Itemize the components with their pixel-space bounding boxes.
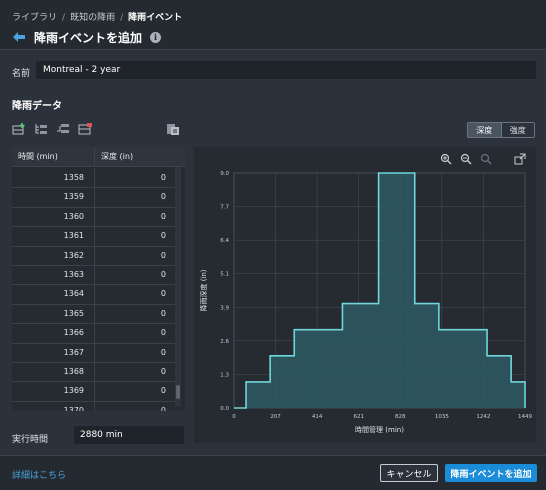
x-tick-label: 621 <box>353 414 364 420</box>
footer: 詳細はこちら キャンセル 降雨イベントを追加 <box>0 455 546 490</box>
x-tick-label: 828 <box>395 414 406 420</box>
cell-depth[interactable]: 0 <box>94 401 176 411</box>
help-link[interactable]: 詳細はこちら <box>12 468 66 481</box>
table-row[interactable]: 1366 0 <box>12 324 176 344</box>
cell-time[interactable]: 1361 <box>12 227 94 245</box>
cell-time[interactable]: 1359 <box>12 188 94 206</box>
cell-depth[interactable]: 0 <box>94 265 176 285</box>
cell-time[interactable]: 1360 <box>12 208 94 226</box>
table-row[interactable]: 1359 0 <box>12 188 176 208</box>
cell-depth[interactable]: 0 <box>94 285 176 304</box>
table-header: 時間 (min) 深度 (in) <box>12 147 185 167</box>
x-axis-label: 時間管理 (min) <box>355 425 404 434</box>
insert-row-icon[interactable] <box>34 123 48 135</box>
cell-depth[interactable]: 0 <box>94 169 176 188</box>
y-tick-label: 6.4 <box>220 238 229 244</box>
table-row[interactable]: 1370 0 <box>12 401 176 411</box>
cell-time[interactable]: 1365 <box>12 305 94 323</box>
move-row-icon[interactable] <box>56 123 70 135</box>
cell-depth[interactable]: 0 <box>94 362 176 382</box>
cell-depth[interactable]: 0 <box>94 227 176 246</box>
table-row[interactable]: 1361 0 <box>12 227 176 247</box>
info-icon[interactable]: i <box>150 31 162 43</box>
table-row[interactable]: 1360 0 <box>12 207 176 228</box>
x-tick-label: 0 <box>232 414 236 420</box>
name-label: 名前 <box>12 69 31 79</box>
cell-time[interactable]: 1362 <box>12 247 94 265</box>
add-rain-event-button[interactable]: 降雨イベントを追加 <box>445 464 537 482</box>
cell-depth[interactable]: 0 <box>94 304 176 324</box>
y-tick-label: 9.0 <box>220 171 229 177</box>
add-row-icon[interactable] <box>12 123 26 135</box>
x-tick-label: 1035 <box>435 414 449 420</box>
cell-time[interactable]: 1363 <box>12 266 94 284</box>
table-scrollbar[interactable] <box>175 167 181 407</box>
x-tick-label: 1449 <box>518 414 532 420</box>
y-tick-label: 5.1 <box>220 272 229 278</box>
y-tick-label: 0.0 <box>220 406 229 412</box>
section-title: 降雨データ <box>12 101 62 112</box>
chart-panel: 0.0 1.3 2.6 3.9 5.1 6.4 7.7 9.0 0 207 414 621 828 10… <box>194 147 536 443</box>
run-duration-label: 実行時間 <box>12 435 49 445</box>
cell-time[interactable]: 1366 <box>12 324 94 342</box>
cell-depth[interactable]: 0 <box>94 343 176 362</box>
table-row[interactable]: 1369 0 <box>12 382 176 402</box>
y-tick-label: 3.9 <box>220 305 229 311</box>
x-tick-label: 1242 <box>476 414 490 420</box>
column-header-depth[interactable]: 深度 (in) <box>94 147 176 166</box>
toggle-intensity[interactable]: 強度 <box>501 123 534 137</box>
toggle-depth[interactable]: 深度 <box>468 123 502 137</box>
y-tick-label: 2.6 <box>220 339 229 345</box>
delete-row-icon[interactable] <box>78 123 92 135</box>
cell-depth[interactable]: 0 <box>94 246 176 265</box>
name-input[interactable]: Montreal - 2 year <box>36 61 536 79</box>
cell-time[interactable]: 1364 <box>12 285 94 303</box>
cancel-button[interactable]: キャンセル <box>380 464 438 482</box>
y-tick-label: 7.7 <box>220 205 229 211</box>
table-row[interactable]: 1358 0 <box>12 169 176 189</box>
back-arrow-icon[interactable] <box>12 30 26 44</box>
cell-depth[interactable]: 0 <box>94 207 176 227</box>
column-header-time[interactable]: 時間 (min) <box>12 147 94 166</box>
cell-depth[interactable]: 0 <box>94 382 176 401</box>
table-row[interactable]: 1362 0 <box>12 246 176 266</box>
table-row[interactable]: 1368 0 <box>12 362 176 383</box>
y-tick-label: 1.3 <box>220 372 229 378</box>
cell-time[interactable]: 1368 <box>12 363 94 381</box>
header: ライブラリ / 既知の降雨 / 降雨イベント 降雨イベントを追加 i <box>0 0 546 50</box>
rain-data-table: 時間 (min) 深度 (in) 1358 0 1359 0 1360 0 1361 0 136… <box>12 147 185 411</box>
breadcrumb-rain-event: 降雨イベント <box>128 13 183 23</box>
cell-time[interactable]: 1358 <box>12 169 94 187</box>
y-axis-label: 降雨深度 (in) <box>199 269 208 311</box>
rain-depth-chart: 0.0 1.3 2.6 3.9 5.1 6.4 7.7 9.0 0 207 414 621 828 10… <box>199 171 532 434</box>
run-duration-input[interactable]: 2880 min <box>74 426 184 444</box>
depth-intensity-toggle: 深度 強度 <box>467 122 535 138</box>
cell-depth[interactable]: 0 <box>94 324 176 343</box>
table-row[interactable]: 1364 0 <box>12 285 176 305</box>
paste-icon[interactable] <box>166 123 180 135</box>
cell-depth[interactable]: 0 <box>94 188 176 207</box>
cell-time[interactable]: 1370 <box>12 402 94 411</box>
breadcrumb-known-rain[interactable]: 既知の降雨 <box>70 13 115 23</box>
table-toolbar <box>12 123 92 135</box>
x-tick-label: 207 <box>270 414 281 420</box>
x-tick-label: 414 <box>312 414 323 420</box>
table-row[interactable]: 1367 0 <box>12 343 176 363</box>
cell-time[interactable]: 1369 <box>12 382 94 400</box>
table-row[interactable]: 1363 0 <box>12 265 176 286</box>
cell-time[interactable]: 1367 <box>12 344 94 362</box>
table-row[interactable]: 1365 0 <box>12 304 176 325</box>
breadcrumb: ライブラリ / 既知の降雨 / 降雨イベント <box>12 13 183 23</box>
breadcrumb-library[interactable]: ライブラリ <box>12 13 57 23</box>
scrollbar-thumb[interactable] <box>176 385 180 399</box>
page-title: 降雨イベントを追加 <box>34 30 143 45</box>
table-body: 1358 0 1359 0 1360 0 1361 0 1362 0 1363 0 1364 0 1365 0… <box>12 169 176 411</box>
